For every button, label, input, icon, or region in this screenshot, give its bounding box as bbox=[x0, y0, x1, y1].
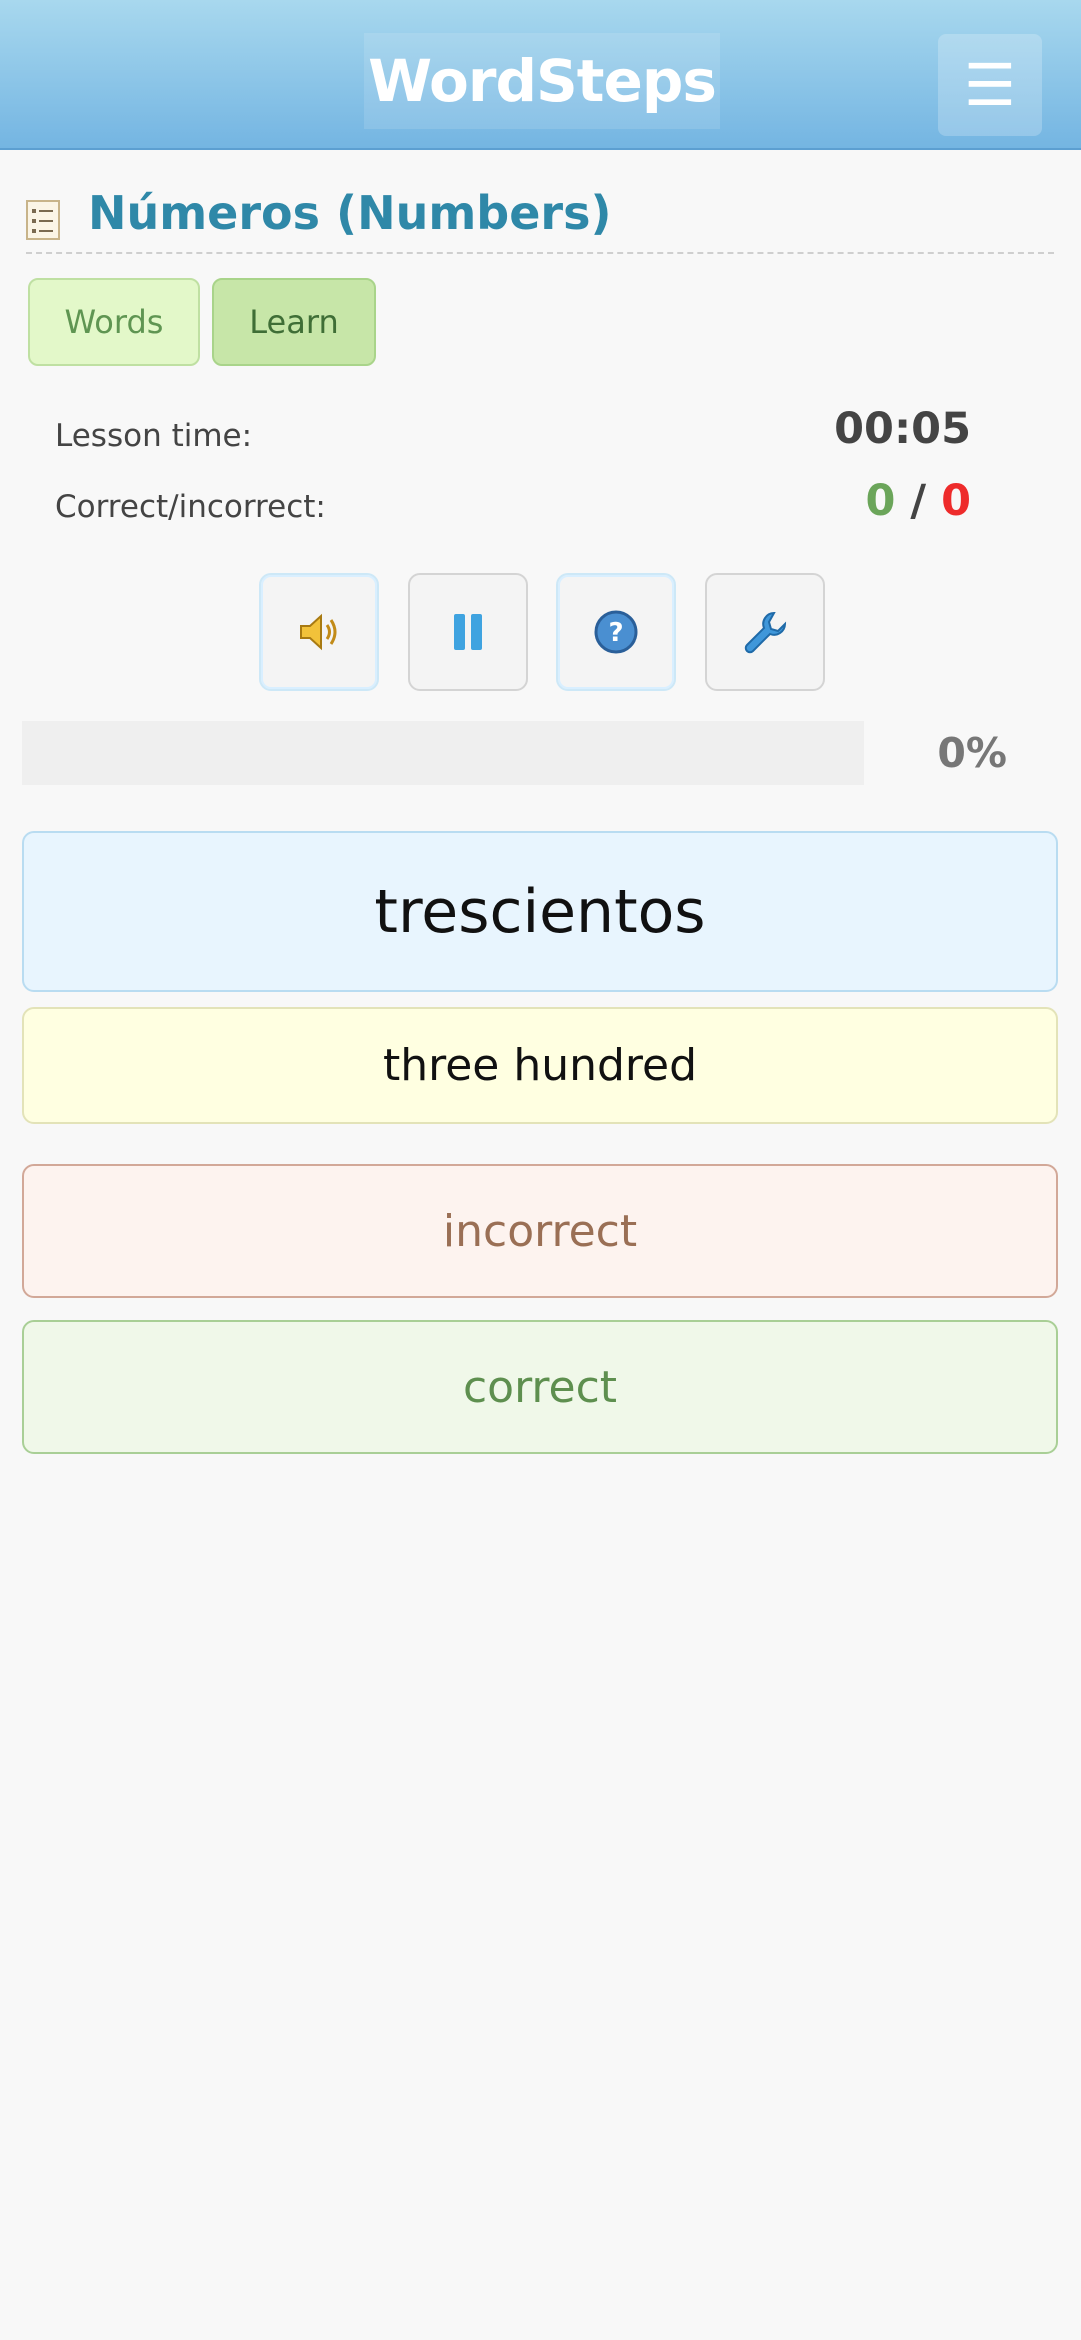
lesson-time-value: 00:05 bbox=[834, 404, 971, 454]
score-label: Correct/incorrect: bbox=[55, 489, 326, 525]
wordsteps-logo[interactable]: WordSteps bbox=[364, 33, 720, 129]
incorrect-count: 0 bbox=[941, 476, 971, 526]
list-icon bbox=[26, 200, 60, 240]
pause-icon bbox=[454, 614, 482, 650]
page-title-row: Números (Numbers) bbox=[26, 180, 1054, 254]
svg-text:?: ? bbox=[608, 618, 623, 648]
word-card: trescientos bbox=[22, 831, 1058, 992]
help-button[interactable]: ? bbox=[556, 573, 676, 691]
tab-learn[interactable]: Learn bbox=[212, 278, 376, 366]
hamburger-menu-icon: ☰ bbox=[964, 51, 1016, 119]
help-icon: ? bbox=[594, 610, 638, 654]
progress-bar bbox=[22, 721, 864, 785]
settings-button[interactable] bbox=[705, 573, 825, 691]
pause-button[interactable] bbox=[408, 573, 528, 691]
speaker-icon bbox=[300, 613, 337, 651]
menu-button[interactable]: ☰ bbox=[938, 34, 1042, 136]
lesson-time-label: Lesson time: bbox=[55, 418, 253, 454]
incorrect-button[interactable]: incorrect bbox=[22, 1164, 1058, 1298]
translation-card: three hundred bbox=[22, 1007, 1058, 1124]
wrench-icon bbox=[744, 611, 787, 654]
score-separator: / bbox=[910, 476, 927, 526]
page-title: Números (Numbers) bbox=[88, 186, 612, 240]
tab-words[interactable]: Words bbox=[28, 278, 200, 366]
progress-percent: 0% bbox=[937, 729, 1007, 777]
correct-button[interactable]: correct bbox=[22, 1320, 1058, 1454]
app-header: WordSteps ☰ bbox=[0, 0, 1081, 150]
sound-button[interactable] bbox=[259, 573, 379, 691]
correct-count: 0 bbox=[865, 476, 896, 526]
score-value: 0 / 0 bbox=[865, 476, 971, 526]
